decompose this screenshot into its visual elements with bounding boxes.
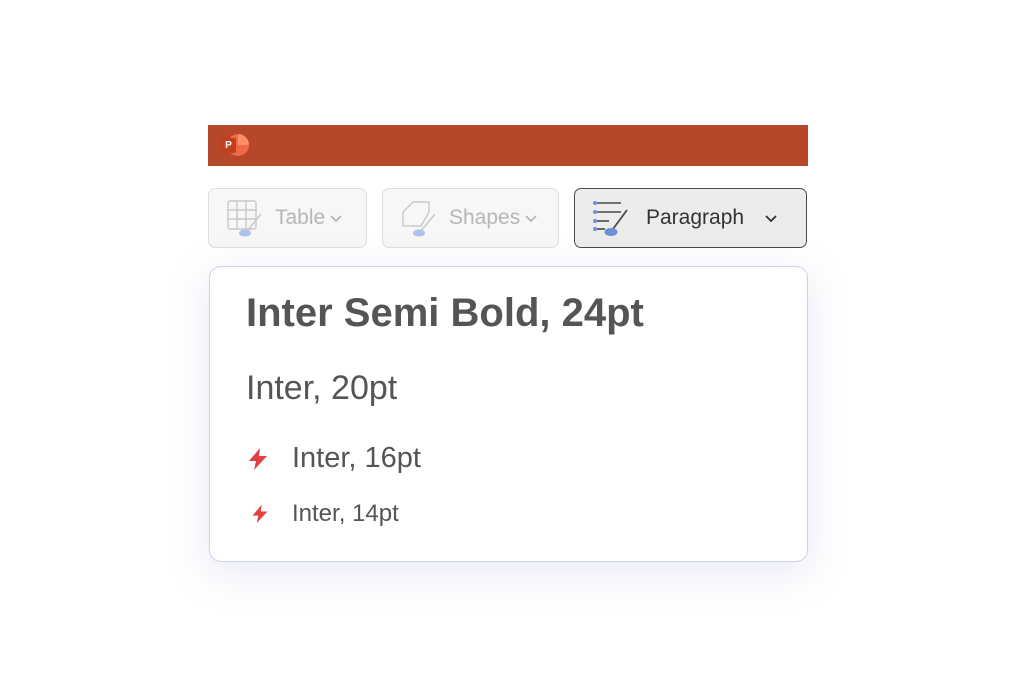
style-option-body-16[interactable]: Inter, 16pt bbox=[246, 442, 421, 475]
chevron-down-icon bbox=[765, 215, 777, 223]
shapes-button[interactable]: Shapes bbox=[382, 188, 559, 248]
style-option-heading-2[interactable]: Inter, 20pt bbox=[246, 369, 397, 408]
paragraph-style-dropdown: Inter Semi Bold, 24pt Inter, 20pt Inter,… bbox=[209, 266, 808, 562]
style-option-body-14[interactable]: Inter, 14pt bbox=[246, 500, 399, 528]
table-button[interactable]: Table bbox=[208, 188, 367, 248]
paragraph-brush-icon bbox=[593, 201, 628, 236]
lightning-icon bbox=[252, 504, 268, 524]
chevron-down-icon bbox=[330, 215, 342, 223]
paragraph-button[interactable]: Paragraph bbox=[574, 188, 807, 248]
title-bar: P bbox=[208, 125, 808, 166]
lightning-icon bbox=[249, 447, 267, 470]
table-button-label: Table bbox=[275, 206, 326, 229]
table-brush-icon bbox=[227, 200, 262, 237]
style-option-label: Inter Semi Bold, 24pt bbox=[246, 291, 644, 335]
stage: P Table Shapes Paragraph Inter Semi Bold… bbox=[0, 0, 1024, 688]
style-option-label: Inter, 16pt bbox=[292, 442, 421, 474]
style-option-label: Inter, 20pt bbox=[246, 369, 398, 407]
paragraph-button-label: Paragraph bbox=[646, 206, 745, 229]
powerpoint-logo-icon: P bbox=[221, 132, 249, 159]
chevron-down-icon bbox=[525, 215, 537, 223]
logo-letter: P bbox=[221, 138, 236, 153]
shapes-button-label: Shapes bbox=[449, 206, 521, 229]
style-option-label: Inter, 14pt bbox=[292, 500, 399, 527]
style-option-heading-1[interactable]: Inter Semi Bold, 24pt bbox=[246, 291, 644, 336]
shapes-brush-icon bbox=[402, 201, 436, 237]
